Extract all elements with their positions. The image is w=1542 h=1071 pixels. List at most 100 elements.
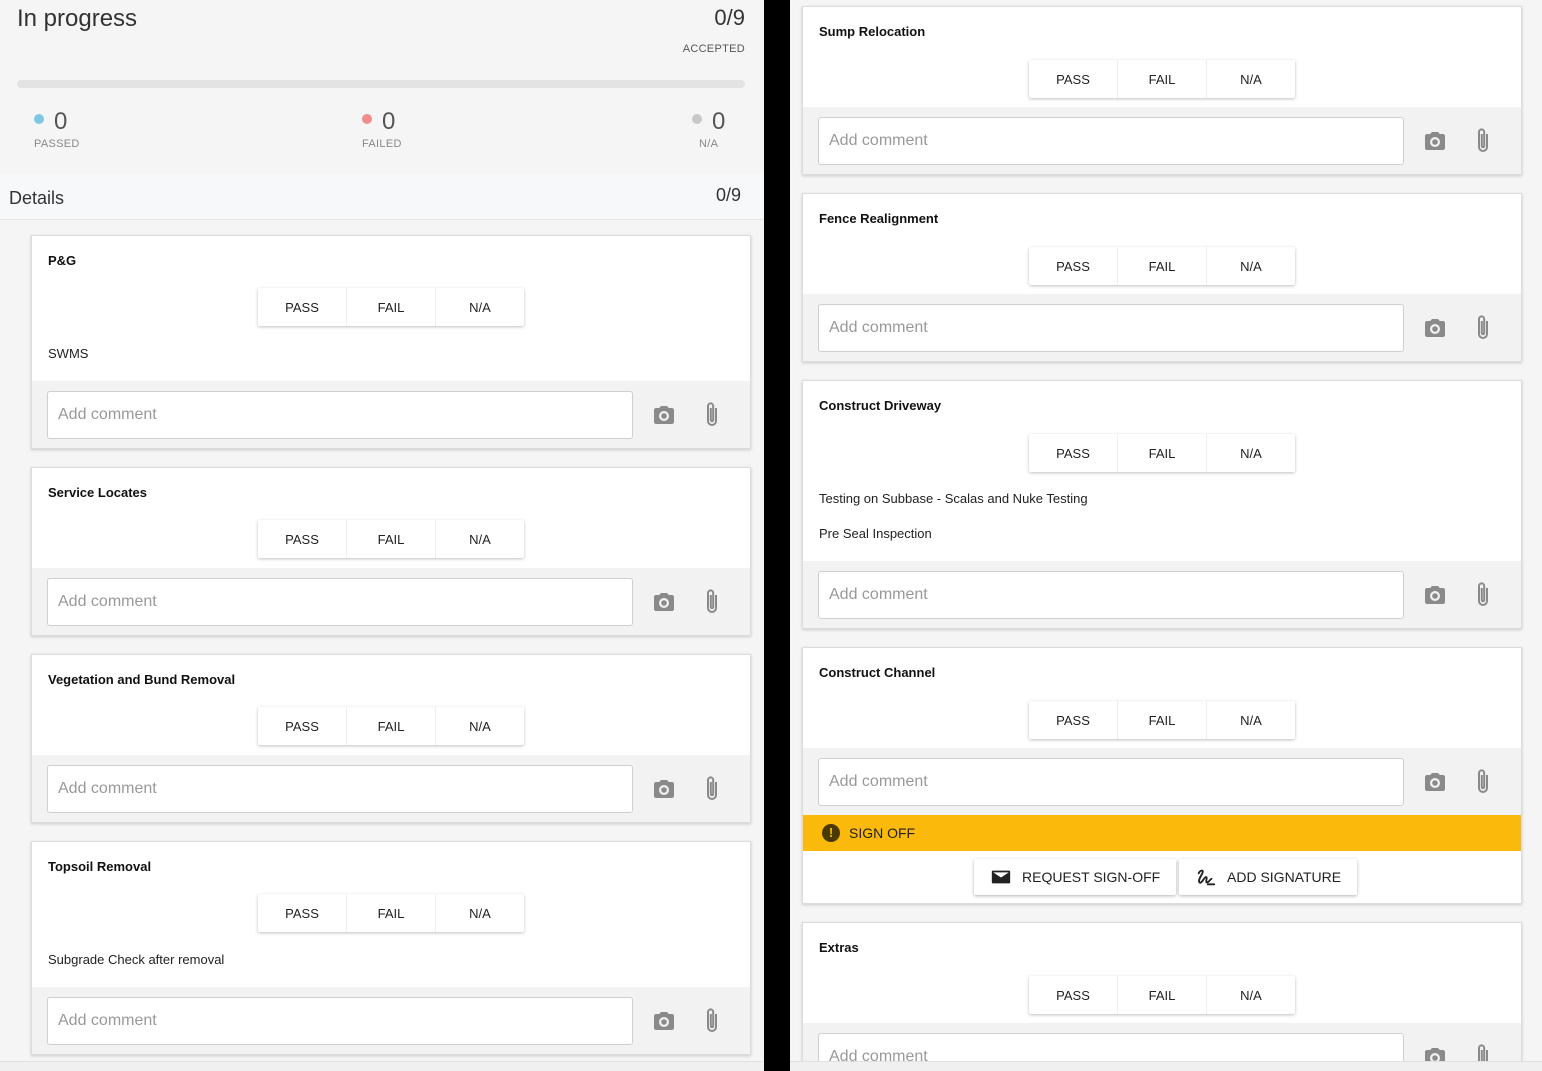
na-button[interactable]: N/A — [1207, 701, 1295, 739]
checklist-card: Construct Driveway PASS FAIL N/A Testing… — [802, 380, 1522, 629]
comment-input[interactable] — [47, 391, 633, 439]
na-stat: 0 N/A — [692, 108, 725, 150]
na-button[interactable]: N/A — [1207, 60, 1295, 98]
comment-input[interactable] — [818, 571, 1404, 619]
scroll-edge — [0, 1061, 764, 1071]
fail-button[interactable]: FAIL — [347, 707, 436, 745]
camera-icon[interactable] — [1423, 129, 1447, 153]
attachment-icon[interactable] — [702, 775, 722, 803]
passed-dot-icon — [34, 114, 44, 124]
camera-icon[interactable] — [1423, 316, 1447, 340]
fail-button[interactable]: FAIL — [347, 288, 436, 326]
result-toggle: PASS FAIL N/A — [1029, 434, 1295, 472]
comment-row — [803, 107, 1521, 174]
camera-icon[interactable] — [652, 1009, 676, 1033]
attachment-icon[interactable] — [702, 588, 722, 616]
envelope-icon — [991, 870, 1011, 884]
sign-off-banner: ! SIGN OFF — [803, 815, 1521, 851]
na-button[interactable]: N/A — [436, 707, 524, 745]
checklist-card: Construct Channel PASS FAIL N/A ! SIGN O… — [802, 647, 1522, 904]
fail-button[interactable]: FAIL — [1118, 434, 1207, 472]
fail-button[interactable]: FAIL — [347, 520, 436, 558]
camera-icon[interactable] — [1423, 770, 1447, 794]
comment-input[interactable] — [47, 997, 633, 1045]
attachment-icon[interactable] — [702, 401, 722, 429]
result-toggle: PASS FAIL N/A — [1029, 60, 1295, 98]
na-button[interactable]: N/A — [436, 288, 524, 326]
checklist-card: Extras PASS FAIL N/A — [802, 922, 1522, 1071]
attachment-icon[interactable] — [1473, 127, 1493, 155]
details-label: Details — [9, 188, 65, 208]
request-sign-off-label: REQUEST SIGN-OFF — [1022, 869, 1161, 885]
comment-row — [32, 568, 750, 635]
pass-button[interactable]: PASS — [1029, 701, 1118, 739]
comment-input[interactable] — [818, 304, 1404, 352]
details-header: Details 0/9 — [0, 174, 764, 220]
add-signature-button[interactable]: ADD SIGNATURE — [1179, 859, 1358, 895]
details-count: 0/9 — [715, 185, 741, 205]
attachment-icon[interactable] — [1473, 768, 1493, 796]
checklist-card: P&G PASS FAIL N/A SWMS — [31, 235, 751, 449]
pass-button[interactable]: PASS — [1029, 247, 1118, 285]
na-button[interactable]: N/A — [1207, 247, 1295, 285]
pass-button[interactable]: PASS — [258, 894, 347, 932]
progress-bar — [17, 80, 745, 88]
camera-icon[interactable] — [652, 777, 676, 801]
pass-button[interactable]: PASS — [258, 288, 347, 326]
card-title: Topsoil Removal — [48, 859, 152, 874]
attachment-icon[interactable] — [702, 1007, 722, 1035]
failed-value: 0 — [382, 108, 396, 135]
warning-icon: ! — [822, 824, 840, 842]
checklist-card: Sump Relocation PASS FAIL N/A — [802, 6, 1522, 175]
comment-input[interactable] — [818, 117, 1404, 165]
checklist-card: Topsoil Removal PASS FAIL N/A Subgrade C… — [31, 841, 751, 1055]
passed-value: 0 — [54, 108, 68, 135]
na-button[interactable]: N/A — [1207, 976, 1295, 1014]
card-title: Extras — [819, 940, 859, 955]
comment-input[interactable] — [47, 578, 633, 626]
fail-button[interactable]: FAIL — [1118, 60, 1207, 98]
comment-row — [32, 987, 750, 1054]
card-title: Fence Realignment — [819, 211, 939, 226]
pass-button[interactable]: PASS — [1029, 434, 1118, 472]
card-title: Vegetation and Bund Removal — [48, 672, 236, 687]
card-note: SWMS — [48, 346, 89, 361]
na-button[interactable]: N/A — [1207, 434, 1295, 472]
result-toggle: PASS FAIL N/A — [258, 520, 524, 558]
request-sign-off-button[interactable]: REQUEST SIGN-OFF — [974, 859, 1177, 895]
comment-row — [32, 381, 750, 448]
card-note: Pre Seal Inspection — [819, 526, 932, 541]
fail-button[interactable]: FAIL — [1118, 247, 1207, 285]
failed-stat: 0 FAILED — [362, 108, 402, 150]
pass-button[interactable]: PASS — [258, 707, 347, 745]
result-toggle: PASS FAIL N/A — [258, 288, 524, 326]
scroll-edge — [790, 1061, 1542, 1071]
pass-button[interactable]: PASS — [1029, 60, 1118, 98]
pass-button[interactable]: PASS — [258, 520, 347, 558]
fail-button[interactable]: FAIL — [347, 894, 436, 932]
card-title: P&G — [48, 253, 77, 268]
attachment-icon[interactable] — [1473, 581, 1493, 609]
comment-row — [803, 561, 1521, 628]
result-toggle: PASS FAIL N/A — [1029, 976, 1295, 1014]
comment-row — [803, 748, 1521, 815]
card-note: Subgrade Check after removal — [48, 952, 225, 967]
camera-icon[interactable] — [652, 590, 676, 614]
comment-input[interactable] — [47, 765, 633, 813]
na-button[interactable]: N/A — [436, 520, 524, 558]
na-button[interactable]: N/A — [436, 894, 524, 932]
pass-button[interactable]: PASS — [1029, 976, 1118, 1014]
camera-icon[interactable] — [1423, 583, 1447, 607]
card-title: Sump Relocation — [819, 24, 926, 39]
passed-label: PASSED — [34, 138, 80, 150]
card-title: Service Locates — [48, 485, 148, 500]
accepted-count: 0/9 — [714, 5, 745, 30]
fail-button[interactable]: FAIL — [1118, 701, 1207, 739]
camera-icon[interactable] — [652, 403, 676, 427]
comment-input[interactable] — [818, 758, 1404, 806]
attachment-icon[interactable] — [1473, 314, 1493, 342]
failed-label: FAILED — [362, 138, 402, 150]
na-value: 0 — [712, 108, 726, 135]
fail-button[interactable]: FAIL — [1118, 976, 1207, 1014]
result-toggle: PASS FAIL N/A — [258, 707, 524, 745]
